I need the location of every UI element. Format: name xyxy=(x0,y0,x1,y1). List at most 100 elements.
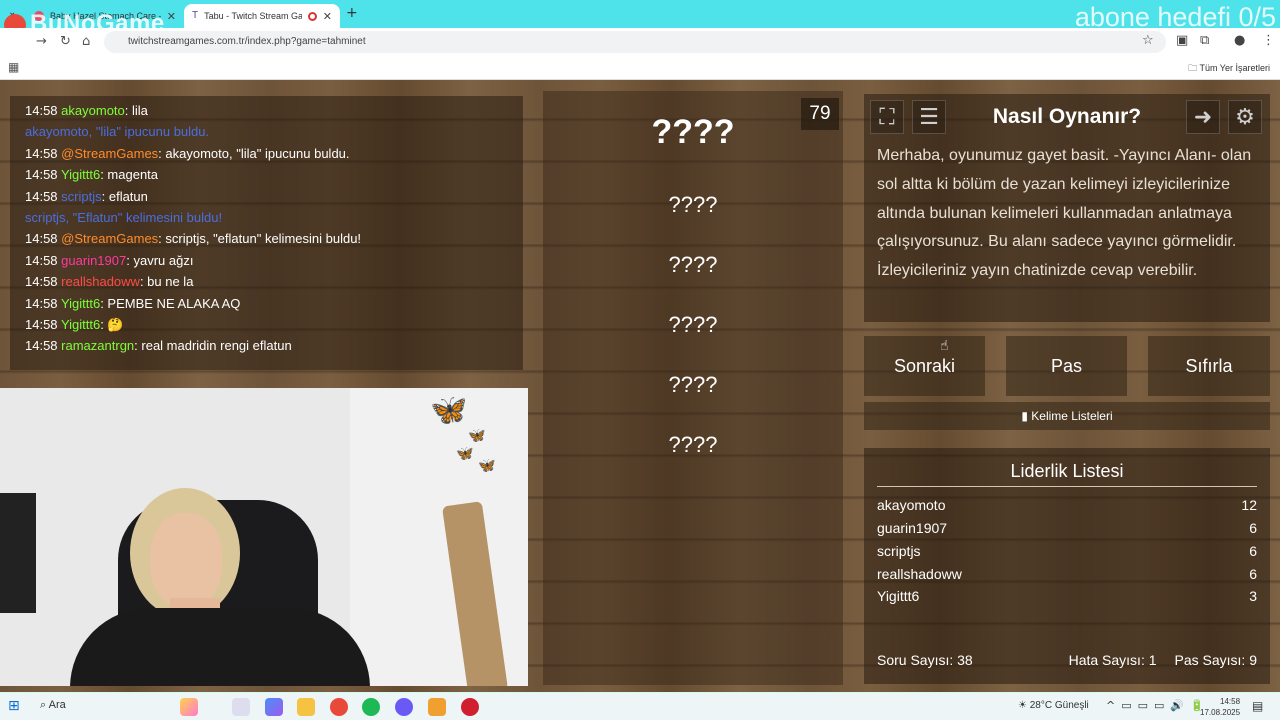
player-score: 6 xyxy=(1249,566,1257,582)
clock-time: 14:58 xyxy=(1220,697,1241,706)
pass-button[interactable]: Pas xyxy=(1006,336,1127,396)
chat-username[interactable]: guarin1907 xyxy=(61,253,126,268)
windows-taskbar: ⊞ ⌕ Ara ☀ 28°C Güneşli ^▭▭▭🔊🔋 14:58 17.0… xyxy=(0,692,1280,720)
chat-message: 14:58 Yigittt6: 🤔 xyxy=(25,314,523,335)
weather-label: 28°C Güneşli xyxy=(1029,700,1089,711)
chat-message: 14:58 akayomoto: lila xyxy=(25,100,523,121)
system-tray-icons[interactable]: ^▭▭▭🔊🔋 xyxy=(1106,699,1210,712)
chat-text: : real madridin rengi eflatun xyxy=(134,338,292,354)
search-label: Ara xyxy=(48,699,66,711)
mouse-cursor-icon: ☝ xyxy=(940,338,949,354)
leaderboard-row: scriptjs 6 xyxy=(877,543,1257,559)
word-lists-label: Kelime Listeleri xyxy=(1031,409,1113,423)
player-score: 12 xyxy=(1241,497,1257,513)
chat-time: 14:58 xyxy=(25,103,58,118)
reset-button[interactable]: Sıfırla xyxy=(1148,336,1270,396)
chrome-icon[interactable] xyxy=(330,698,348,716)
obs-icon[interactable] xyxy=(428,698,446,716)
apps-grid-icon[interactable]: ▦ xyxy=(8,60,19,74)
butterfly-icon: 🦋 xyxy=(468,428,486,444)
document-icon: ▮ xyxy=(1021,409,1028,423)
bookmark-star-icon[interactable]: ☆ xyxy=(1142,33,1154,48)
reload-icon[interactable]: ↻ xyxy=(60,34,71,49)
chat-time: 14:58 xyxy=(25,295,58,311)
copilot-icon[interactable] xyxy=(180,698,198,716)
webcam-feed: 🦋 🦋 🦋 🦋 xyxy=(0,388,528,686)
chat-username[interactable]: @StreamGames xyxy=(61,231,158,246)
leaderboard-row: guarin1907 6 xyxy=(877,520,1257,536)
menu-icon[interactable]: ⋮ xyxy=(1262,33,1275,48)
chat-text: : eflatun xyxy=(101,188,148,204)
webcam-monitor xyxy=(0,493,36,613)
twitch-icon: T xyxy=(192,10,199,21)
player-name: Yigittt6 xyxy=(877,588,920,604)
extension-icon[interactable]: ▣ xyxy=(1176,33,1188,48)
chat-username[interactable]: reallshadoww xyxy=(61,274,140,289)
chat-text: : 🤔 xyxy=(100,317,124,333)
url-input[interactable]: twitchstreamgames.com.tr/index.php?game=… xyxy=(104,31,1166,53)
chat-time: 14:58 xyxy=(25,167,58,183)
puzzle-icon[interactable]: ⧉ xyxy=(1200,33,1209,48)
chat-system-text: akayomoto, "lila" ipucunu buldu. xyxy=(25,124,210,140)
leaderboard-row: Yigittt6 3 xyxy=(877,588,1257,604)
task-view-icon[interactable] xyxy=(232,698,250,716)
file-explorer-icon[interactable] xyxy=(297,698,315,716)
taskbar-search[interactable]: ⌕ Ara xyxy=(40,699,66,712)
chat-system-text: scriptjs, "Eflatun" kelimesini buldu! xyxy=(25,210,223,226)
chat-username[interactable]: Yigittt6 xyxy=(61,317,100,332)
chat-time: 14:58 xyxy=(25,188,58,204)
new-tab-button[interactable]: + xyxy=(346,5,358,21)
chat-username[interactable]: ramazantrgn xyxy=(61,338,134,353)
player-name: scriptjs xyxy=(877,543,921,559)
taboo-word: ???? xyxy=(668,312,718,337)
webcam-person-face xyxy=(150,513,222,608)
windows-start-icon[interactable]: ⊞ xyxy=(8,698,20,714)
player-name: reallshadoww xyxy=(877,566,962,582)
close-icon[interactable]: ✕ xyxy=(167,10,176,23)
chat-username[interactable]: akayomoto xyxy=(61,103,125,118)
chat-time: 14:58 xyxy=(25,274,58,290)
leaderboard-row: reallshadoww 6 xyxy=(877,566,1257,582)
home-icon[interactable]: ⌂ xyxy=(82,34,90,49)
chat-time: 14:58 xyxy=(25,317,58,333)
taskbar-clock[interactable]: 14:58 17.08.2025 xyxy=(1200,696,1240,718)
chat-username[interactable]: Yigittt6 xyxy=(61,296,100,311)
butterfly-icon: 🦋 xyxy=(456,446,474,462)
chat-text: : PEMBE NE ALAKA AQ xyxy=(100,295,241,311)
butterfly-icon: 🦋 xyxy=(478,458,496,474)
leaderboard-title: Liderlik Listesi xyxy=(1010,461,1124,481)
all-bookmarks-folder[interactable]: 🗀 Tüm Yer İşaretleri xyxy=(1188,61,1270,77)
folder-label: Tüm Yer İşaretleri xyxy=(1199,63,1270,73)
chat-username[interactable]: @StreamGames xyxy=(61,146,158,161)
chat-username[interactable]: scriptjs xyxy=(61,189,101,204)
recording-icon xyxy=(307,11,317,21)
next-button[interactable]: Sonraki xyxy=(864,336,985,396)
chat-system-message: scriptjs, "Eflatun" kelimesini buldu! xyxy=(25,207,523,228)
notification-icon[interactable]: ▤ xyxy=(1252,699,1263,713)
chat-text: : yavru ağzı xyxy=(126,252,194,268)
profile-avatar[interactable]: ● xyxy=(1234,33,1245,48)
forward-icon[interactable]: → xyxy=(36,34,47,49)
chat-message: 14:58 ramazantrgn: real madridin rengi e… xyxy=(25,335,523,356)
how-to-play-title: Nasıl Oynanır? xyxy=(992,105,1142,128)
word-lists-button[interactable]: ▮ Kelime Listeleri xyxy=(864,402,1270,430)
chat-username[interactable]: Yigittt6 xyxy=(61,167,100,182)
spotify-icon[interactable] xyxy=(362,698,380,716)
leaderboard-row: akayomoto 12 xyxy=(877,497,1257,513)
taboo-word: ???? xyxy=(668,252,718,277)
tab-label: Tabu - Twitch Stream Games xyxy=(204,11,302,21)
app-icon[interactable] xyxy=(461,698,479,716)
store-icon[interactable] xyxy=(265,698,283,716)
main-word: ???? xyxy=(651,113,735,151)
butterfly-icon: 🦋 xyxy=(430,393,468,428)
discord-icon[interactable] xyxy=(395,698,413,716)
chat-message: 14:58 Yigittt6: PEMBE NE ALAKA AQ xyxy=(25,293,523,314)
pass-count: Pas Sayısı: 9 xyxy=(1174,652,1257,668)
chat-text: : magenta xyxy=(100,167,159,183)
chat-message: 14:58 @StreamGames: akayomoto, "lila" ip… xyxy=(25,143,523,164)
bookmarks-bar: ▦ 🗀 Tüm Yer İşaretleri xyxy=(0,56,1280,80)
close-icon[interactable]: ✕ xyxy=(323,10,332,23)
tab-tabu[interactable]: T Tabu - Twitch Stream Games ✕ xyxy=(184,4,340,28)
how-to-play-text: Merhaba, oyunumuz gayet basit. -Yayıncı … xyxy=(877,147,1252,280)
weather-widget[interactable]: ☀ 28°C Güneşli xyxy=(1018,700,1089,711)
